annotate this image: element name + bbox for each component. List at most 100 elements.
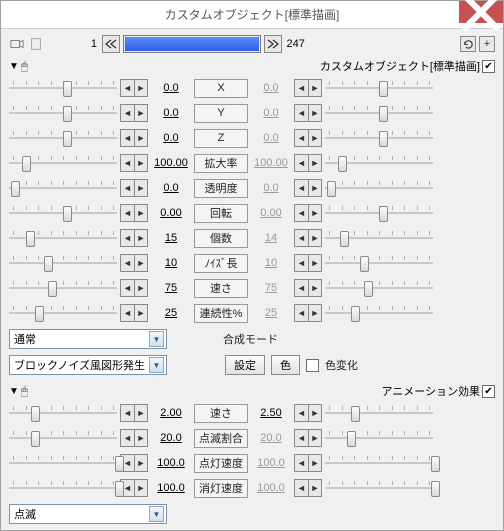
- color-change-checkbox[interactable]: [306, 359, 319, 372]
- param-slider[interactable]: [325, 153, 433, 173]
- param-label-button[interactable]: Y: [194, 104, 248, 123]
- increment-button[interactable]: ►: [308, 404, 322, 422]
- left-stepper[interactable]: ◄►: [120, 204, 148, 222]
- param-value-left[interactable]: 10: [151, 257, 191, 269]
- param-value-left[interactable]: 0.0: [151, 82, 191, 94]
- left-stepper[interactable]: ◄►: [120, 479, 148, 497]
- color-button[interactable]: 色: [271, 355, 300, 375]
- param-value-right[interactable]: 0.0: [251, 107, 291, 119]
- param-label-button[interactable]: 透明度: [194, 179, 248, 198]
- left-stepper[interactable]: ◄►: [120, 229, 148, 247]
- param-value-left[interactable]: 0.00: [151, 207, 191, 219]
- param-value-left[interactable]: 100.0: [151, 482, 191, 494]
- increment-button[interactable]: ►: [308, 304, 322, 322]
- effect-combo[interactable]: 点滅 ▼: [9, 504, 167, 524]
- param-slider[interactable]: [9, 478, 117, 498]
- left-stepper[interactable]: ◄►: [120, 154, 148, 172]
- right-stepper[interactable]: ◄►: [294, 154, 322, 172]
- decrement-button[interactable]: ◄: [120, 279, 134, 297]
- decrement-button[interactable]: ◄: [294, 154, 308, 172]
- decrement-button[interactable]: ◄: [120, 429, 134, 447]
- param-slider[interactable]: [9, 203, 117, 223]
- blend-mode-combo[interactable]: 通常 ▼: [9, 329, 167, 349]
- param-value-right[interactable]: 100.0: [251, 457, 291, 469]
- increment-button[interactable]: ►: [308, 154, 322, 172]
- param-slider[interactable]: [9, 278, 117, 298]
- param-value-right[interactable]: 2.50: [251, 407, 291, 419]
- param-value-left[interactable]: 100.00: [151, 157, 191, 169]
- add-button[interactable]: +: [479, 36, 495, 52]
- param-label-button[interactable]: 拡大率: [194, 154, 248, 173]
- left-stepper[interactable]: ◄►: [120, 279, 148, 297]
- right-stepper[interactable]: ◄►: [294, 179, 322, 197]
- param-value-left[interactable]: 75: [151, 282, 191, 294]
- right-stepper[interactable]: ◄►: [294, 204, 322, 222]
- left-stepper[interactable]: ◄►: [120, 429, 148, 447]
- param-label-button[interactable]: 点灯速度: [194, 454, 248, 473]
- param-label-button[interactable]: 回転: [194, 204, 248, 223]
- param-slider[interactable]: [325, 253, 433, 273]
- param-label-button[interactable]: 速さ: [194, 404, 248, 423]
- increment-button[interactable]: ►: [308, 104, 322, 122]
- param-value-right[interactable]: 0.0: [251, 132, 291, 144]
- right-stepper[interactable]: ◄►: [294, 404, 322, 422]
- increment-button[interactable]: ►: [134, 79, 148, 97]
- param-slider[interactable]: [325, 103, 433, 123]
- param-label-button[interactable]: 個数: [194, 229, 248, 248]
- param-value-right[interactable]: 25: [251, 307, 291, 319]
- param-value-left[interactable]: 0.0: [151, 107, 191, 119]
- param-slider[interactable]: [325, 403, 433, 423]
- right-stepper[interactable]: ◄►: [294, 304, 322, 322]
- param-label-button[interactable]: X: [194, 79, 248, 98]
- decrement-button[interactable]: ◄: [120, 79, 134, 97]
- increment-button[interactable]: ►: [308, 204, 322, 222]
- param-slider[interactable]: [325, 428, 433, 448]
- frame-last-button[interactable]: [264, 35, 282, 53]
- decrement-button[interactable]: ◄: [294, 204, 308, 222]
- param-slider[interactable]: [325, 478, 433, 498]
- increment-button[interactable]: ►: [134, 279, 148, 297]
- reload-button[interactable]: [460, 36, 476, 52]
- section-toggle-icon[interactable]: ▼: [9, 61, 19, 72]
- section-anim-checkbox[interactable]: ✔: [482, 385, 495, 398]
- right-stepper[interactable]: ◄►: [294, 79, 322, 97]
- param-label-button[interactable]: 連続性%: [194, 304, 248, 323]
- decrement-button[interactable]: ◄: [120, 254, 134, 272]
- increment-button[interactable]: ►: [308, 279, 322, 297]
- param-slider[interactable]: [325, 178, 433, 198]
- increment-button[interactable]: ►: [308, 479, 322, 497]
- close-button[interactable]: [459, 1, 503, 23]
- decrement-button[interactable]: ◄: [294, 454, 308, 472]
- decrement-button[interactable]: ◄: [294, 479, 308, 497]
- increment-button[interactable]: ►: [308, 79, 322, 97]
- increment-button[interactable]: ►: [134, 129, 148, 147]
- increment-button[interactable]: ►: [308, 129, 322, 147]
- increment-button[interactable]: ►: [134, 254, 148, 272]
- right-stepper[interactable]: ◄►: [294, 104, 322, 122]
- increment-button[interactable]: ►: [134, 479, 148, 497]
- param-slider[interactable]: [9, 153, 117, 173]
- increment-button[interactable]: ►: [134, 204, 148, 222]
- increment-button[interactable]: ►: [134, 304, 148, 322]
- increment-button[interactable]: ►: [308, 254, 322, 272]
- param-value-right[interactable]: 100.0: [251, 482, 291, 494]
- frame-end[interactable]: 247: [285, 38, 319, 50]
- param-slider[interactable]: [9, 453, 117, 473]
- param-label-button[interactable]: Z: [194, 129, 248, 148]
- param-slider[interactable]: [325, 453, 433, 473]
- increment-button[interactable]: ►: [308, 429, 322, 447]
- param-slider[interactable]: [9, 103, 117, 123]
- left-stepper[interactable]: ◄►: [120, 404, 148, 422]
- left-stepper[interactable]: ◄►: [120, 304, 148, 322]
- increment-button[interactable]: ►: [134, 454, 148, 472]
- left-stepper[interactable]: ◄►: [120, 179, 148, 197]
- param-value-left[interactable]: 15: [151, 232, 191, 244]
- increment-button[interactable]: ►: [134, 104, 148, 122]
- param-label-button[interactable]: 速さ: [194, 279, 248, 298]
- right-stepper[interactable]: ◄►: [294, 279, 322, 297]
- param-value-right[interactable]: 75: [251, 282, 291, 294]
- param-value-right[interactable]: 0.0: [251, 182, 291, 194]
- right-stepper[interactable]: ◄►: [294, 429, 322, 447]
- param-slider[interactable]: [9, 403, 117, 423]
- param-slider[interactable]: [325, 203, 433, 223]
